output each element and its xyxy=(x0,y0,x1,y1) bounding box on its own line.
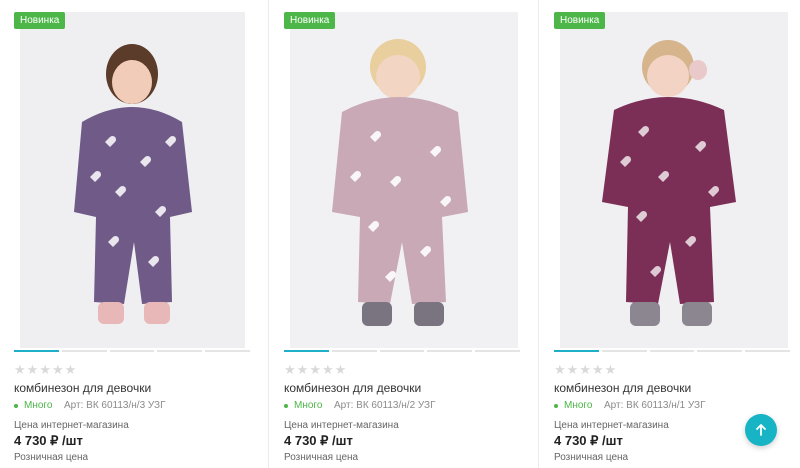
article-number: Арт: ВК 60113/н/3 УЗГ xyxy=(64,400,166,411)
price-value: 4 730 ₽ /шт xyxy=(554,433,623,448)
product-photo[interactable] xyxy=(20,12,245,348)
slider-dot[interactable] xyxy=(284,350,329,352)
product-card[interactable]: Новинка ★ ★ ★ ★ ★ комбинезон для девочки… xyxy=(0,0,268,468)
new-badge: Новинка xyxy=(14,12,66,29)
stock-label: Много xyxy=(294,400,323,411)
stock-label: Много xyxy=(24,400,53,411)
rating-stars[interactable]: ★ ★ ★ ★ ★ xyxy=(284,363,346,376)
star-icon[interactable]: ★ xyxy=(322,363,334,376)
rating-stars[interactable]: ★ ★ ★ ★ ★ xyxy=(554,363,616,376)
slider-dot[interactable] xyxy=(205,350,250,352)
child-jumpsuit-image xyxy=(290,12,518,348)
slider-dot[interactable] xyxy=(554,350,599,352)
star-icon[interactable]: ★ xyxy=(39,363,51,376)
slider-dot[interactable] xyxy=(601,350,647,352)
star-icon[interactable]: ★ xyxy=(297,363,309,376)
price-value: 4 730 ₽ /шт xyxy=(14,433,83,448)
rating-stars[interactable]: ★ ★ ★ ★ ★ xyxy=(14,363,76,376)
product-title-link[interactable]: комбинезон для девочки xyxy=(284,381,421,395)
star-icon[interactable]: ★ xyxy=(52,363,64,376)
slider-dot[interactable] xyxy=(157,350,203,352)
stock-status: Много xyxy=(554,400,592,411)
card-divider xyxy=(538,0,539,468)
stock-dot-icon xyxy=(14,403,18,408)
new-badge: Новинка xyxy=(284,12,336,29)
stock-dot-icon xyxy=(554,403,558,408)
product-card[interactable]: Новинка ★ ★ ★ ★ ★ комбинезон для девочки… xyxy=(270,0,538,468)
retail-price-label: Розничная цена xyxy=(14,452,89,463)
price-value: 4 730 ₽ /шт xyxy=(284,433,353,448)
price-label: Цена интернет-магазина xyxy=(284,420,399,431)
slider-dot[interactable] xyxy=(427,350,473,352)
article-number: Арт: ВК 60113/н/2 УЗГ xyxy=(334,400,436,411)
slider-dot[interactable] xyxy=(745,350,790,352)
product-title-link[interactable]: комбинезон для девочки xyxy=(14,381,151,395)
price-label: Цена интернет-магазина xyxy=(14,420,129,431)
price-label: Цена интернет-магазина xyxy=(554,420,669,431)
product-photo[interactable] xyxy=(290,12,518,348)
star-icon[interactable]: ★ xyxy=(65,363,77,376)
star-icon[interactable]: ★ xyxy=(309,363,321,376)
slider-dot[interactable] xyxy=(331,350,377,352)
new-badge: Новинка xyxy=(554,12,606,29)
arrow-up-icon xyxy=(756,424,766,436)
star-icon[interactable]: ★ xyxy=(554,363,566,376)
retail-price-label: Розничная цена xyxy=(554,452,629,463)
stock-dot-icon xyxy=(284,403,288,408)
star-icon[interactable]: ★ xyxy=(567,363,579,376)
stock-status: Много xyxy=(284,400,322,411)
star-icon[interactable]: ★ xyxy=(605,363,617,376)
article-number: Арт: ВК 60113/н/1 УЗГ xyxy=(604,400,706,411)
star-icon[interactable]: ★ xyxy=(335,363,347,376)
image-slider-indicator[interactable] xyxy=(284,350,520,352)
slider-dot[interactable] xyxy=(649,350,695,352)
child-jumpsuit-image xyxy=(560,12,788,348)
image-slider-indicator[interactable] xyxy=(14,350,250,352)
product-grid: Новинка ★ ★ ★ ★ ★ комбинезон для девочки… xyxy=(0,0,800,468)
stock-status: Много xyxy=(14,400,52,411)
star-icon[interactable]: ★ xyxy=(284,363,296,376)
star-icon[interactable]: ★ xyxy=(579,363,591,376)
star-icon[interactable]: ★ xyxy=(592,363,604,376)
star-icon[interactable]: ★ xyxy=(14,363,26,376)
slider-dot[interactable] xyxy=(61,350,107,352)
slider-dot[interactable] xyxy=(109,350,155,352)
slider-dot[interactable] xyxy=(697,350,743,352)
scroll-to-top-button[interactable] xyxy=(745,414,777,446)
image-slider-indicator[interactable] xyxy=(554,350,790,352)
slider-dot[interactable] xyxy=(475,350,520,352)
product-photo[interactable] xyxy=(560,12,788,348)
card-divider xyxy=(268,0,269,468)
slider-dot[interactable] xyxy=(14,350,59,352)
stock-label: Много xyxy=(564,400,593,411)
retail-price-label: Розничная цена xyxy=(284,452,359,463)
product-title-link[interactable]: комбинезон для девочки xyxy=(554,381,691,395)
product-card[interactable]: Новинка ★ ★ ★ ★ ★ комбинезон для девочки… xyxy=(540,0,800,468)
slider-dot[interactable] xyxy=(379,350,425,352)
child-jumpsuit-image xyxy=(20,12,245,348)
star-icon[interactable]: ★ xyxy=(27,363,39,376)
